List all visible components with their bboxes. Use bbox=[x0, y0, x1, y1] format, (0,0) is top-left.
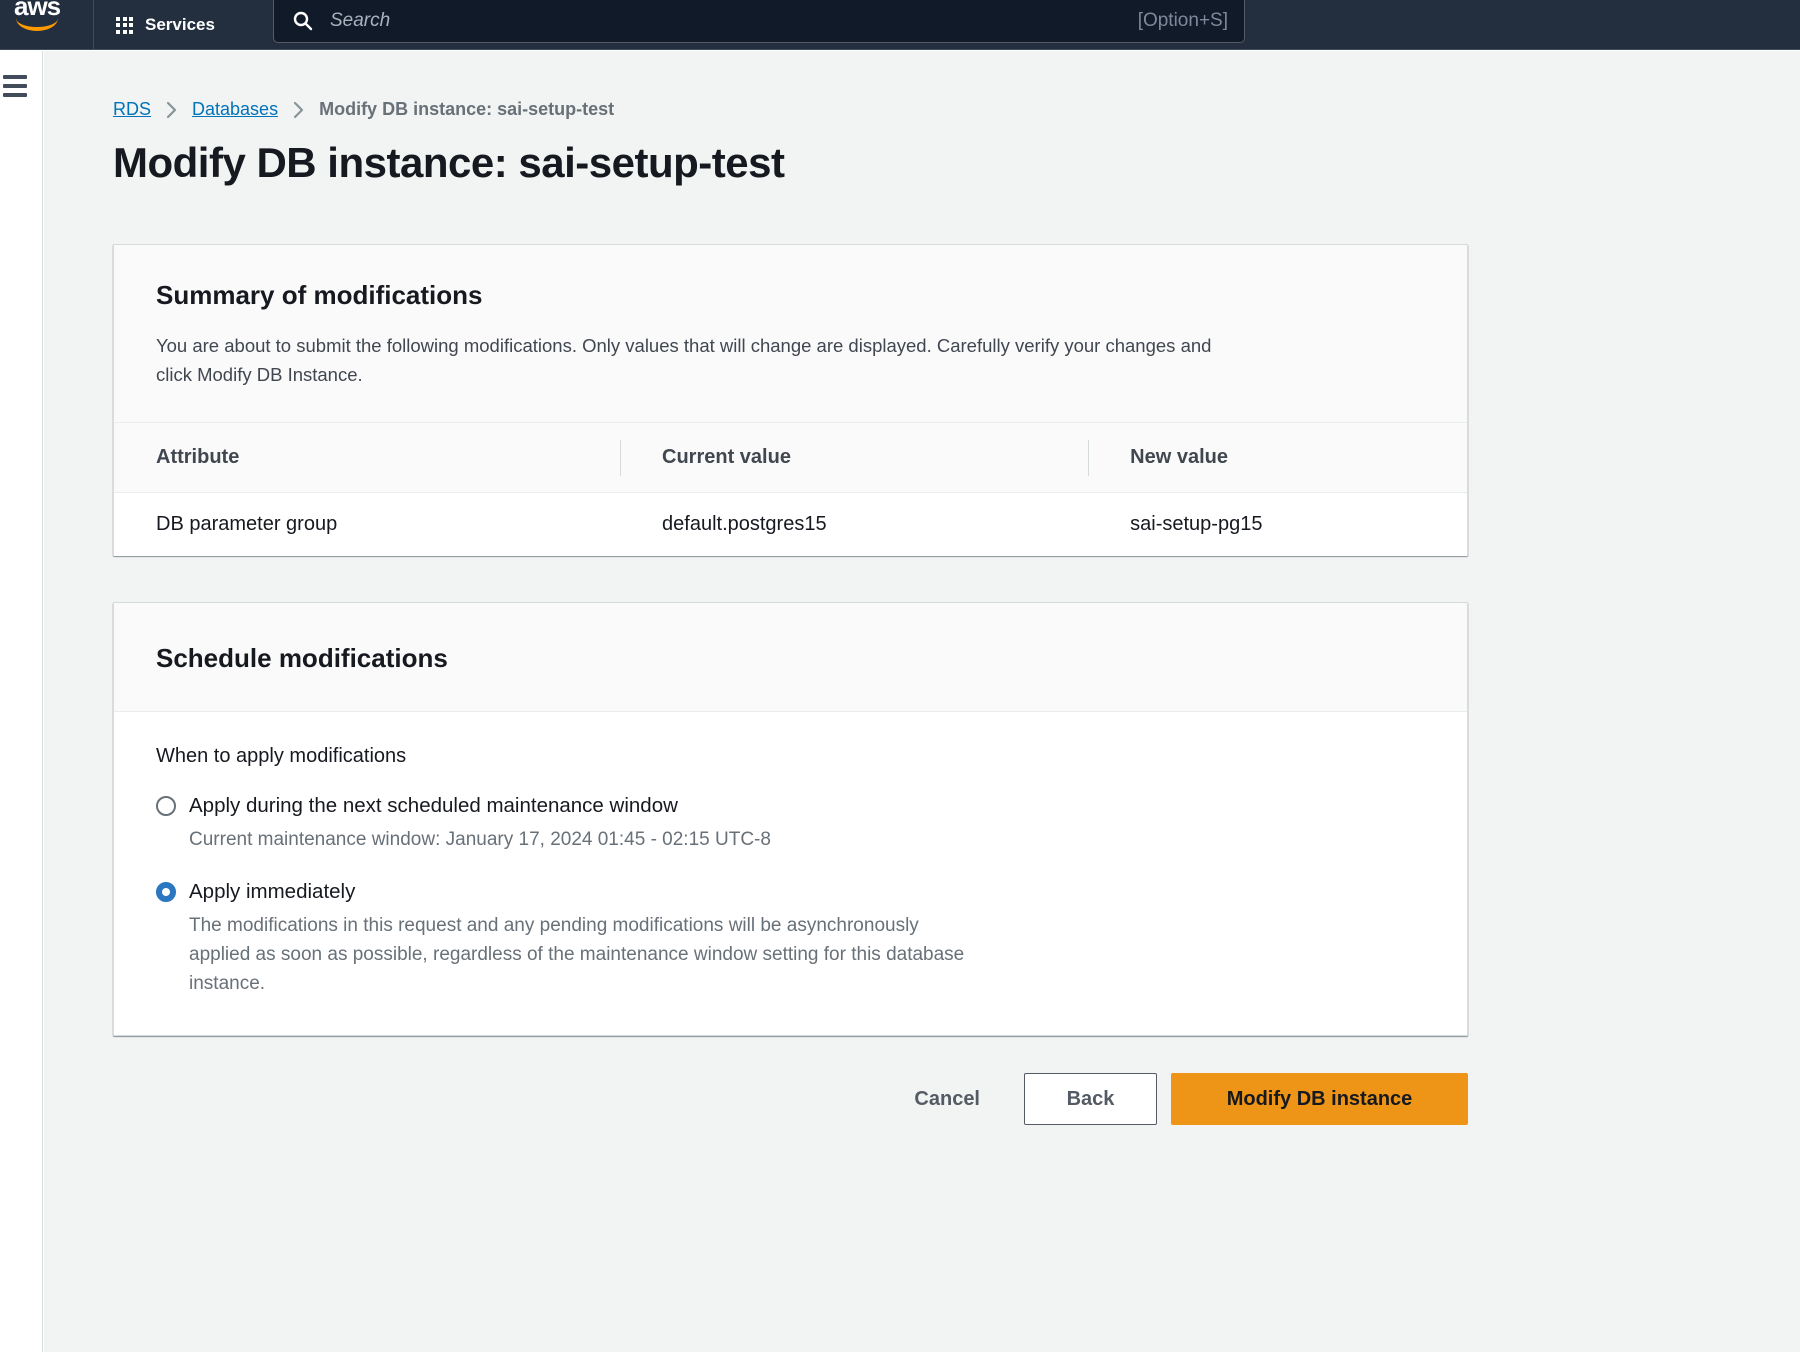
row-current-value: default.postgres15 bbox=[620, 513, 1088, 536]
aws-console-page: aws Services Search [Option+S] RDS bbox=[0, 0, 1800, 1352]
chevron-right-icon bbox=[293, 101, 304, 119]
left-sidebar-rail bbox=[0, 51, 43, 1352]
chevron-right-icon bbox=[166, 101, 177, 119]
schedule-modifications-card: Schedule modifications When to apply mod… bbox=[113, 602, 1468, 1036]
schedule-card-body: When to apply modifications Apply during… bbox=[114, 712, 1467, 998]
navbar-divider bbox=[93, 0, 94, 50]
breadcrumb-current-page: Modify DB instance: sai-setup-test bbox=[319, 99, 614, 120]
maintenance-window-helper-text: Current maintenance window: January 17, … bbox=[189, 825, 1427, 854]
summary-of-modifications-card: Summary of modifications You are about t… bbox=[113, 244, 1468, 556]
breadcrumb-link-rds[interactable]: RDS bbox=[113, 99, 151, 120]
table-row: DB parameter group default.postgres15 sa… bbox=[114, 492, 1467, 556]
maintenance-window-option-label: Apply during the next scheduled maintena… bbox=[189, 794, 678, 818]
cancel-button[interactable]: Cancel bbox=[886, 1073, 1008, 1125]
schedule-card-title: Schedule modifications bbox=[156, 643, 1427, 674]
aws-smile-icon bbox=[16, 17, 58, 31]
search-input[interactable]: Search [Option+S] bbox=[273, 0, 1245, 43]
summary-card-header: Summary of modifications You are about t… bbox=[114, 245, 1467, 422]
modifications-table-header: Attribute Current value New value bbox=[114, 422, 1467, 492]
breadcrumb: RDS Databases Modify DB instance: sai-se… bbox=[113, 99, 614, 120]
summary-card-title: Summary of modifications bbox=[156, 280, 1427, 311]
breadcrumb-link-databases[interactable]: Databases bbox=[192, 99, 278, 120]
top-navbar: aws Services Search [Option+S] bbox=[0, 0, 1800, 50]
radio-option-apply-immediately[interactable]: Apply immediately bbox=[156, 880, 1427, 904]
page-title: Modify DB instance: sai-setup-test bbox=[113, 139, 784, 187]
radio-unselected-icon[interactable] bbox=[156, 796, 176, 816]
search-placeholder: Search bbox=[330, 10, 1138, 32]
aws-logo[interactable]: aws bbox=[14, 0, 74, 47]
row-attribute: DB parameter group bbox=[114, 513, 620, 536]
column-header-attribute: Attribute bbox=[114, 423, 620, 492]
apply-immediately-helper-text: The modifications in this request and an… bbox=[189, 911, 1427, 998]
radio-option-maintenance-window[interactable]: Apply during the next scheduled maintena… bbox=[156, 794, 1427, 818]
radio-selected-icon[interactable] bbox=[156, 882, 176, 902]
modify-db-instance-button[interactable]: Modify DB instance bbox=[1171, 1073, 1468, 1125]
schedule-card-header: Schedule modifications bbox=[114, 603, 1467, 712]
row-new-value: sai-setup-pg15 bbox=[1088, 513, 1467, 536]
when-to-apply-label: When to apply modifications bbox=[156, 745, 1427, 768]
hamburger-menu-icon[interactable] bbox=[3, 75, 27, 99]
column-header-new-value: New value bbox=[1088, 423, 1467, 492]
search-shortcut-hint: [Option+S] bbox=[1138, 10, 1228, 32]
main-content: RDS Databases Modify DB instance: sai-se… bbox=[44, 51, 1800, 1352]
services-grid-icon bbox=[116, 17, 133, 34]
summary-card-description: You are about to submit the following mo… bbox=[156, 331, 1427, 389]
column-header-current-value: Current value bbox=[620, 423, 1088, 492]
back-button[interactable]: Back bbox=[1024, 1073, 1157, 1125]
services-menu-button[interactable]: Services bbox=[116, 0, 215, 50]
search-icon bbox=[292, 10, 314, 32]
form-actions: Cancel Back Modify DB instance bbox=[113, 1073, 1468, 1125]
apply-immediately-option-label: Apply immediately bbox=[189, 880, 355, 904]
services-label: Services bbox=[145, 15, 215, 35]
